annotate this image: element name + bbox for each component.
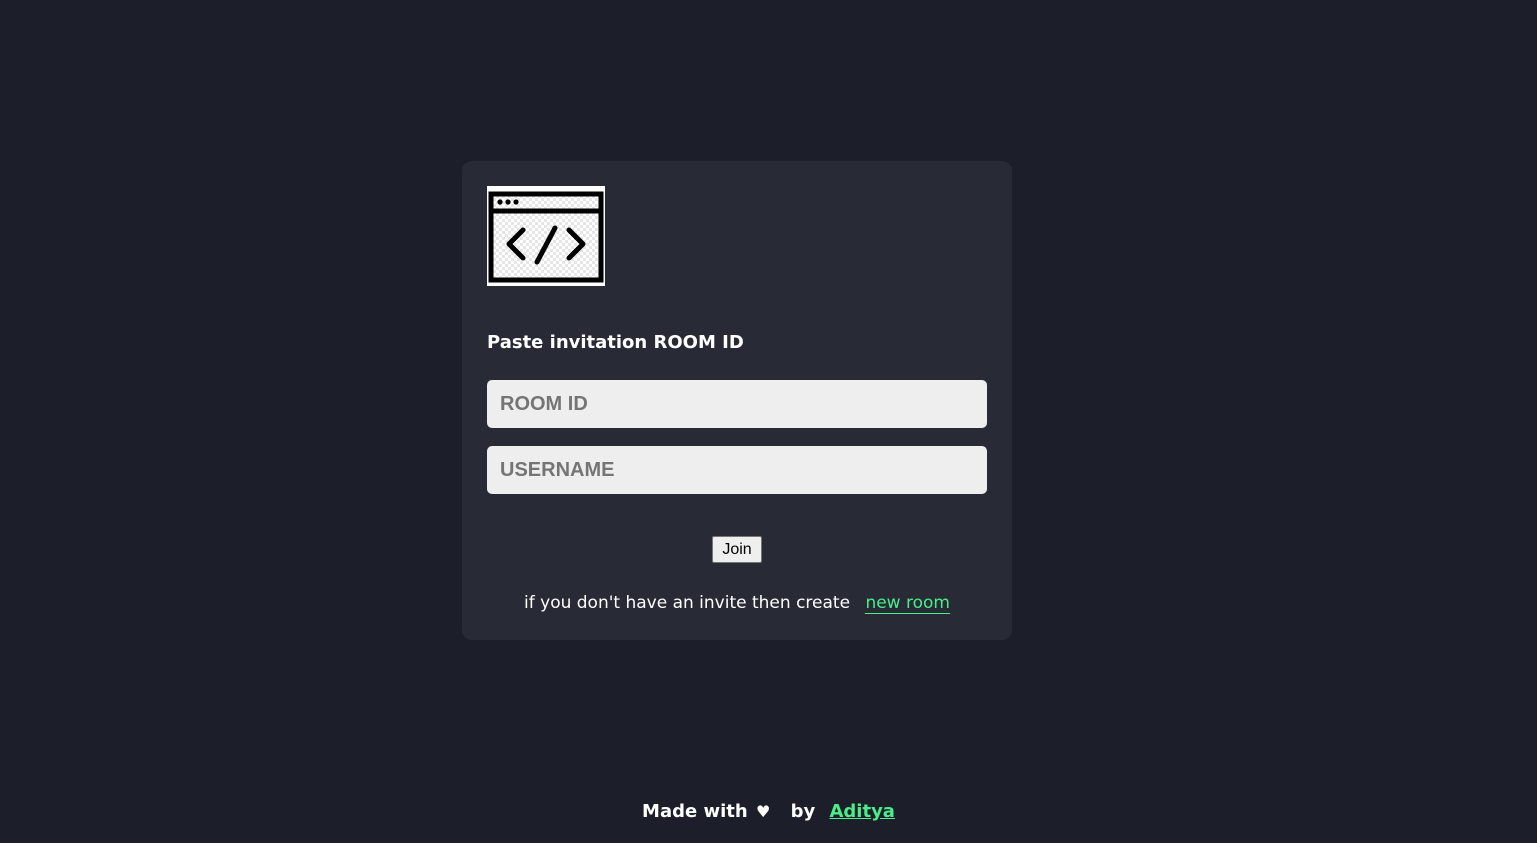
footer-by: by: [790, 801, 816, 822]
invite-text: if you don't have an invite then create: [524, 593, 851, 613]
create-room-prompt: if you don't have an invite then create …: [462, 591, 1012, 615]
author-link[interactable]: Aditya: [829, 801, 894, 822]
footer: Made with ♥ by Aditya: [0, 799, 1537, 825]
room-id-input[interactable]: [487, 380, 987, 428]
join-button[interactable]: Join: [712, 536, 762, 563]
footer-made-with: Made with: [642, 801, 748, 822]
username-input[interactable]: [487, 446, 987, 494]
form-heading: Paste invitation ROOM ID: [487, 332, 744, 353]
heart-icon: ♥: [755, 802, 771, 821]
new-room-link[interactable]: new room: [865, 593, 950, 614]
code-window-icon: [487, 186, 605, 286]
join-room-card: Paste invitation ROOM ID Join if you don…: [462, 161, 1012, 640]
